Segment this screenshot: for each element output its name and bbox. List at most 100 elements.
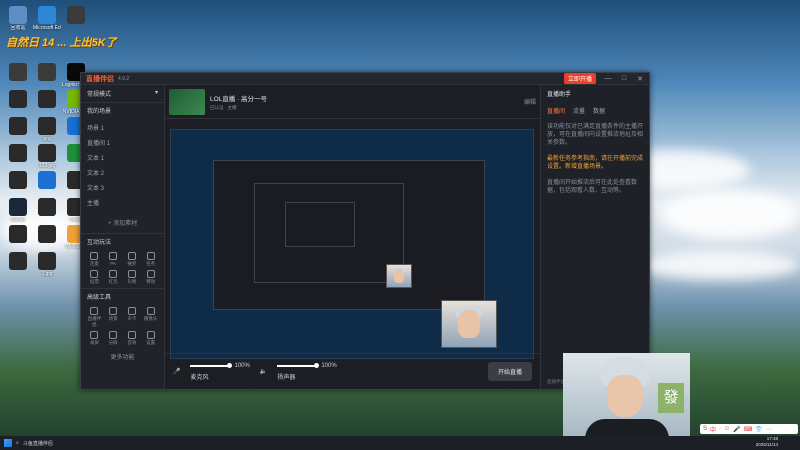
scene-label: 文本 1 [87, 156, 105, 162]
desktop-icon[interactable] [4, 171, 32, 190]
scene-item[interactable]: 场景 1 [87, 120, 158, 135]
tool-label: 分屏 [108, 340, 118, 345]
desktop-icon[interactable]: 1.jpg [33, 252, 61, 277]
tool-label: 声卡 [127, 316, 137, 321]
tool-label: 红包 [108, 279, 118, 284]
desktop-icon[interactable] [33, 198, 61, 217]
tool-label: 录屏 [89, 340, 99, 345]
desktop-icon[interactable]: 123.jpg [33, 144, 61, 169]
ime-item[interactable]: S [703, 426, 707, 432]
tool-item[interactable]: 特效 [142, 270, 159, 285]
assistant-text-2: 直播间开始推流后可在此处查看数据，包括观看人数、互动等。 [547, 180, 638, 194]
tool-label: 抽奖 [127, 261, 137, 266]
go-live-button[interactable]: 立即开播 [563, 73, 596, 84]
mode-label[interactable]: 常规模式 [87, 89, 111, 98]
tool-item[interactable]: 场景 [105, 307, 122, 328]
tool-item[interactable]: 礼物 [124, 270, 141, 285]
ime-item[interactable]: 🎤 [733, 426, 740, 433]
right-tabs: 直播间 流量 数据 [541, 102, 649, 119]
scene-item[interactable]: 主播 [87, 195, 158, 210]
desktop-icon[interactable] [62, 6, 90, 25]
desktop-icon[interactable] [4, 63, 32, 82]
tool-item[interactable]: 连麦 [86, 252, 103, 267]
room-title[interactable]: LOL直播 · 高分一号 [210, 93, 267, 103]
ime-item[interactable]: ⌨ [744, 426, 753, 433]
preview-webcam [441, 300, 497, 348]
desktop-app-icon [9, 252, 27, 270]
microphone-icon[interactable]: 🎤 [173, 368, 180, 375]
ime-item[interactable]: 中 [710, 425, 716, 434]
tool-icon [146, 331, 155, 339]
speaker-volume-slider[interactable] [277, 362, 320, 368]
tool-item[interactable]: PK [105, 252, 122, 267]
taskbar-app[interactable]: 斗鱼直播伴侣 [23, 440, 53, 447]
desktop-app-icon [67, 6, 85, 24]
right-tab[interactable]: 直播间 [547, 106, 565, 115]
windows-start-icon[interactable] [4, 439, 12, 447]
desktop-icon[interactable] [33, 63, 61, 82]
minimize-button[interactable]: — [604, 75, 612, 82]
room-cover[interactable] [169, 88, 205, 115]
desktop-icon[interactable] [33, 225, 61, 244]
right-tab[interactable]: 流量 [573, 106, 585, 115]
desktop-app-icon [38, 117, 56, 135]
more-tools-button[interactable]: 更多功能 [81, 349, 164, 361]
desktop-icon[interactable] [4, 252, 32, 271]
scene-item[interactable]: 文本 1 [87, 150, 158, 165]
edit-room-button[interactable]: 编辑 [524, 97, 536, 106]
right-tab[interactable]: 数据 [593, 106, 605, 115]
scene-label: 主播 [87, 201, 100, 207]
overlay-text: 自然日 14 ... 上出5K了 [6, 37, 117, 49]
ime-item[interactable]: ⋯ [766, 426, 772, 433]
scene-label: 文本 2 [87, 171, 105, 177]
scene-item[interactable]: 直播间 1 [87, 135, 158, 150]
scene-item[interactable]: 文本 3 [87, 180, 158, 195]
taskbar: ⌕ 斗鱼直播伴侣 17:48 2025/11/14 [0, 436, 800, 450]
tool-item[interactable]: 任务 [142, 252, 159, 267]
maximize-button[interactable]: □ [620, 75, 628, 82]
speaker-icon[interactable]: 🔈 [260, 368, 267, 375]
tool-icon [109, 252, 118, 260]
tool-icon [90, 270, 99, 278]
desktop-icon[interactable]: 回收站 [4, 6, 32, 31]
desktop-icon[interactable]: Microsoft Edge [33, 6, 61, 31]
chevron-down-icon[interactable]: ▾ [155, 89, 158, 98]
desktop-icon[interactable]: .png [33, 117, 61, 142]
scene-item[interactable]: 文本 2 [87, 165, 158, 180]
desktop-icon[interactable] [33, 171, 61, 190]
add-source-button[interactable]: + 添加素材 [81, 212, 164, 233]
desktop-icon[interactable] [4, 144, 32, 163]
desktop-icon[interactable] [4, 90, 32, 109]
desktop-icon[interactable]: Steam [4, 198, 32, 223]
close-button[interactable]: ✕ [636, 75, 644, 83]
desktop-icon[interactable] [4, 225, 32, 244]
ime-item[interactable]: ☺ [724, 426, 730, 432]
tool-item[interactable]: 投票 [86, 270, 103, 285]
audio-bar: 🎤 100% 麦克风 🔈 100% 扬声器 开始直播 [165, 353, 540, 389]
desktop-icon[interactable] [33, 90, 61, 109]
tool-item[interactable]: 直播伴侣 [86, 307, 103, 328]
tool-label: 礼物 [127, 279, 137, 284]
ime-toolbar[interactable]: S 中 · ☺ 🎤 ⌨ 👕 ⋯ [700, 424, 798, 434]
ime-item[interactable]: 👕 [755, 426, 762, 433]
system-clock[interactable]: 17:48 2025/11/14 [756, 436, 778, 448]
tool-item[interactable]: 抽奖 [124, 252, 141, 267]
tool-item[interactable]: 设置 [142, 331, 159, 346]
tool-icon [90, 307, 99, 315]
stream-preview[interactable] [170, 129, 534, 359]
desktop-icon[interactable] [4, 117, 32, 136]
start-live-button[interactable]: 开始直播 [487, 362, 532, 381]
tool-label: 投票 [89, 279, 99, 284]
tool-item[interactable]: 摄像头 [142, 307, 159, 328]
tool-item[interactable]: 音效 [124, 331, 141, 346]
title-bar[interactable]: 直播伴侣 4.9.2 立即开播 — □ ✕ [81, 73, 649, 85]
desktop-icon-label: 回收站 [10, 25, 26, 31]
ime-item[interactable]: · [719, 426, 721, 432]
tool-item[interactable]: 红包 [105, 270, 122, 285]
tool-item[interactable]: 声卡 [124, 307, 141, 328]
search-icon[interactable]: ⌕ [16, 440, 19, 446]
mic-volume-slider[interactable] [190, 362, 233, 368]
live-app-window[interactable]: 直播伴侣 4.9.2 立即开播 — □ ✕ 常规模式 ▾ 我的场景 场景 1 直播… [80, 72, 650, 390]
tool-item[interactable]: 录屏 [86, 331, 103, 346]
tool-item[interactable]: 分屏 [105, 331, 122, 346]
